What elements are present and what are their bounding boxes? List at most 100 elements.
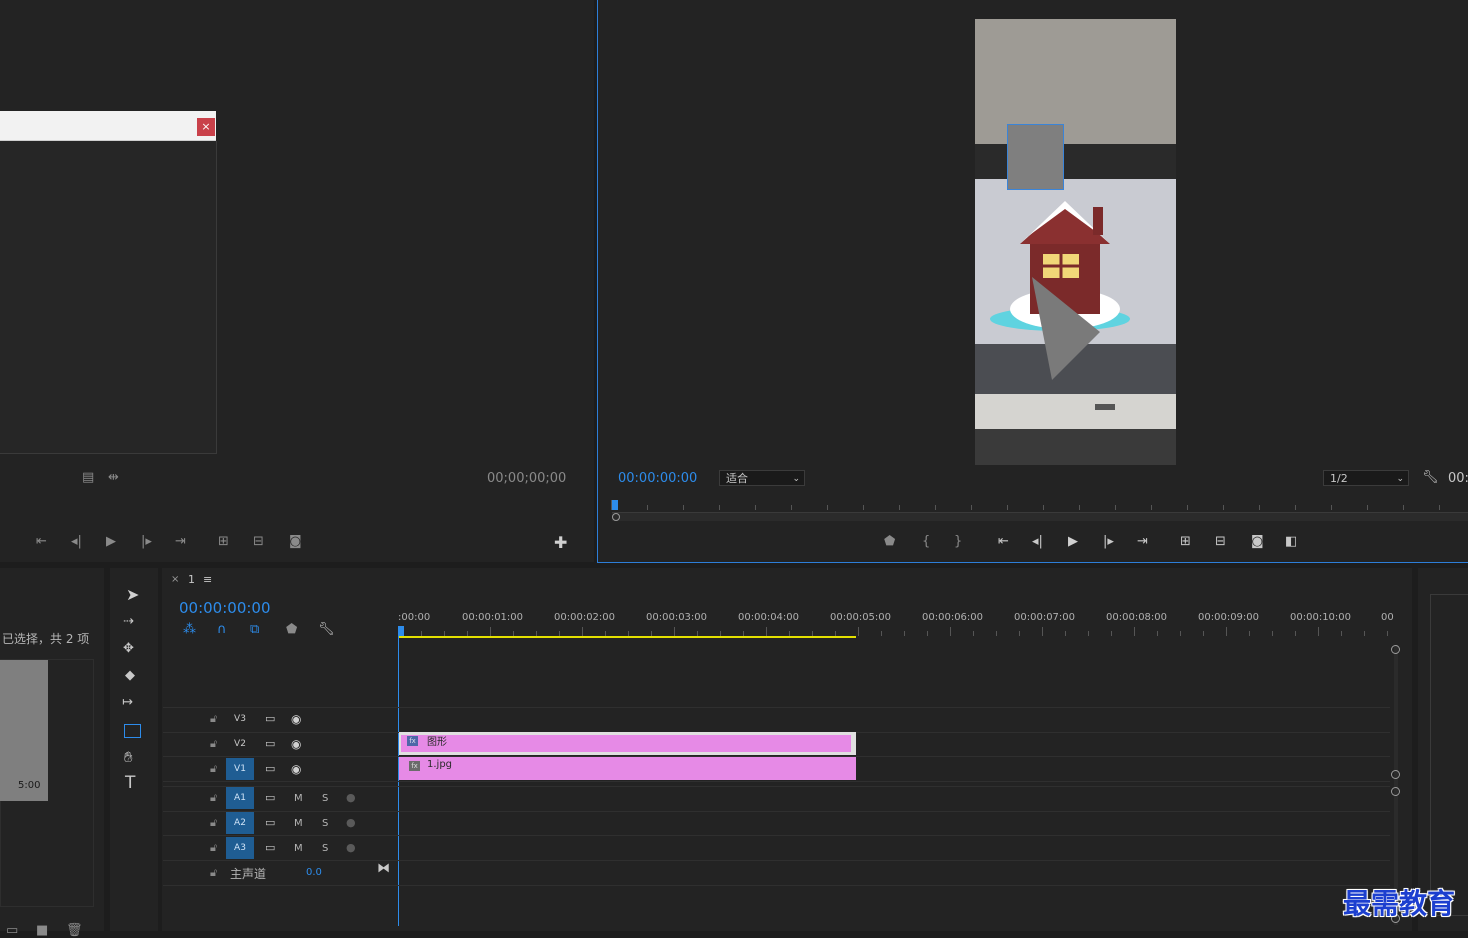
- eye-icon[interactable]: ◉: [291, 712, 301, 726]
- master-volume-value[interactable]: 0.0: [306, 867, 322, 878]
- type-tool-icon[interactable]: T: [125, 775, 135, 792]
- microphone-icon[interactable]: ●: [346, 816, 356, 830]
- mute-button[interactable]: M: [294, 843, 303, 854]
- microphone-icon[interactable]: ●: [346, 791, 356, 805]
- comparison-view-icon[interactable]: ◧: [1285, 535, 1297, 549]
- go-to-out-icon[interactable]: ⇥: [175, 535, 186, 549]
- go-to-end-icon[interactable]: ⧓: [377, 862, 390, 876]
- source-timecode[interactable]: 00;00;00;00: [487, 471, 566, 486]
- lock-icon[interactable]: 🔓︎: [210, 737, 217, 751]
- go-to-in-icon[interactable]: ⇤: [36, 535, 47, 549]
- track-label-v3[interactable]: V3: [226, 708, 254, 730]
- go-to-out-icon[interactable]: ⇥: [1137, 535, 1148, 549]
- extract-icon[interactable]: ⊟: [1215, 535, 1226, 549]
- sync-lock-icon[interactable]: ▭: [265, 841, 275, 855]
- solo-button[interactable]: S: [322, 793, 328, 804]
- track-label-v2[interactable]: V2: [226, 733, 254, 755]
- new-item-icon[interactable]: ■: [36, 924, 48, 938]
- mute-button[interactable]: M: [294, 818, 303, 829]
- sync-lock-icon[interactable]: ▭: [265, 737, 275, 751]
- track-select-tool-icon[interactable]: ⇢: [123, 615, 134, 629]
- export-frame-icon[interactable]: ◙: [289, 535, 302, 549]
- resolution-dropdown-value: 1/2: [1330, 472, 1348, 485]
- dialog-close-button[interactable]: ×: [197, 118, 215, 136]
- lock-icon[interactable]: 🔓︎: [210, 762, 217, 776]
- track-label-a2[interactable]: A2: [226, 812, 254, 834]
- lock-icon[interactable]: 🔓︎: [210, 841, 217, 855]
- new-bin-icon[interactable]: ▭: [6, 924, 18, 938]
- triangle-shape[interactable]: [1030, 274, 1105, 384]
- sync-lock-icon[interactable]: ▭: [265, 762, 275, 776]
- mute-button[interactable]: M: [294, 793, 303, 804]
- play-icon[interactable]: ▶: [106, 535, 116, 549]
- clip-graphic[interactable]: fx 图形: [399, 732, 856, 755]
- rectangle-shape[interactable]: [1007, 124, 1064, 190]
- mark-in-icon[interactable]: {: [922, 535, 930, 549]
- nest-icon[interactable]: ⁂: [183, 623, 196, 637]
- microphone-icon[interactable]: ●: [346, 841, 356, 855]
- selection-tool-icon[interactable]: ➤: [126, 587, 139, 603]
- export-frame-icon[interactable]: ◙: [1251, 535, 1264, 549]
- clip-image[interactable]: fx 1.jpg: [399, 757, 856, 780]
- hand-tool-icon[interactable]: ✋︎: [124, 750, 133, 765]
- lock-icon[interactable]: 🔓︎: [210, 712, 217, 726]
- track-label-a3[interactable]: A3: [226, 837, 254, 859]
- resolution-dropdown[interactable]: 1/2 ⌄: [1323, 470, 1409, 486]
- insert-icon[interactable]: ⊞: [218, 535, 229, 549]
- lift-icon[interactable]: ⊞: [1180, 535, 1191, 549]
- ripple-edit-tool-icon[interactable]: ✥: [123, 642, 134, 656]
- clip-graphic-body: [401, 735, 851, 752]
- scroll-handle-top[interactable]: [1391, 645, 1400, 654]
- timeline-menu-icon[interactable]: ≡: [203, 573, 212, 586]
- lock-icon[interactable]: 🔓︎: [210, 866, 217, 880]
- timeline-settings-icon[interactable]: 🔧︎: [318, 623, 335, 637]
- ruler-tick: [973, 631, 974, 636]
- add-button-icon[interactable]: ✚: [554, 535, 567, 551]
- eye-icon[interactable]: ◉: [291, 737, 301, 751]
- overwrite-icon[interactable]: ⊟: [253, 535, 264, 549]
- snap-icon[interactable]: ∩: [217, 623, 227, 637]
- insert-frame-icon[interactable]: ▤: [82, 471, 94, 485]
- sync-lock-icon[interactable]: ▭: [265, 791, 275, 805]
- playhead-marker[interactable]: [612, 500, 618, 510]
- program-video-frame[interactable]: [975, 19, 1176, 465]
- timeline-close-button[interactable]: ×: [171, 574, 179, 585]
- timeline-timecode[interactable]: 00:00:00:00: [179, 599, 271, 617]
- zoom-handle[interactable]: [612, 513, 620, 521]
- drag-video-icon[interactable]: ⇹: [108, 471, 119, 485]
- sync-lock-icon[interactable]: ▭: [265, 712, 275, 726]
- lock-icon[interactable]: 🔓︎: [210, 791, 217, 805]
- fit-dropdown[interactable]: 适合 ⌄: [719, 470, 805, 486]
- trash-icon[interactable]: 🗑︎: [66, 924, 83, 938]
- wrench-icon[interactable]: 🔧︎: [1422, 471, 1439, 485]
- step-forward-icon[interactable]: |▸: [1103, 535, 1114, 549]
- go-to-in-icon[interactable]: ⇤: [998, 535, 1009, 549]
- program-timecode[interactable]: 00:00:00:00: [618, 471, 697, 486]
- razor-tool-icon[interactable]: ◆: [125, 669, 135, 683]
- track-label-v1[interactable]: V1: [226, 758, 254, 780]
- dialog-titlebar[interactable]: [0, 111, 216, 141]
- sync-lock-icon[interactable]: ▭: [265, 816, 275, 830]
- work-area-bar[interactable]: [399, 636, 856, 638]
- scroll-handle-mid2[interactable]: [1391, 787, 1400, 796]
- linked-selection-icon[interactable]: ⧉: [250, 623, 259, 637]
- play-icon[interactable]: ▶: [1068, 535, 1078, 549]
- zoom-scrollbar[interactable]: [612, 513, 1468, 521]
- solo-button[interactable]: S: [322, 843, 328, 854]
- solo-button[interactable]: S: [322, 818, 328, 829]
- rectangle-tool-icon[interactable]: [124, 724, 141, 738]
- sequence-tab[interactable]: 1: [188, 573, 195, 586]
- add-marker-icon[interactable]: ⬟: [286, 623, 297, 637]
- step-back-icon[interactable]: ◂|: [71, 535, 82, 549]
- slip-tool-icon[interactable]: ↦: [122, 696, 133, 710]
- lock-icon[interactable]: 🔓︎: [210, 816, 217, 830]
- track-label-a1[interactable]: A1: [226, 787, 254, 809]
- step-back-icon[interactable]: ◂|: [1032, 535, 1043, 549]
- add-marker-icon[interactable]: ⬟: [884, 535, 895, 549]
- eye-icon[interactable]: ◉: [291, 762, 301, 776]
- program-mini-ruler[interactable]: [612, 498, 1468, 513]
- step-forward-icon[interactable]: |▸: [141, 535, 152, 549]
- scroll-handle-mid[interactable]: [1391, 770, 1400, 779]
- mark-out-icon[interactable]: }: [954, 535, 962, 549]
- timeline-playhead-handle[interactable]: [398, 626, 404, 636]
